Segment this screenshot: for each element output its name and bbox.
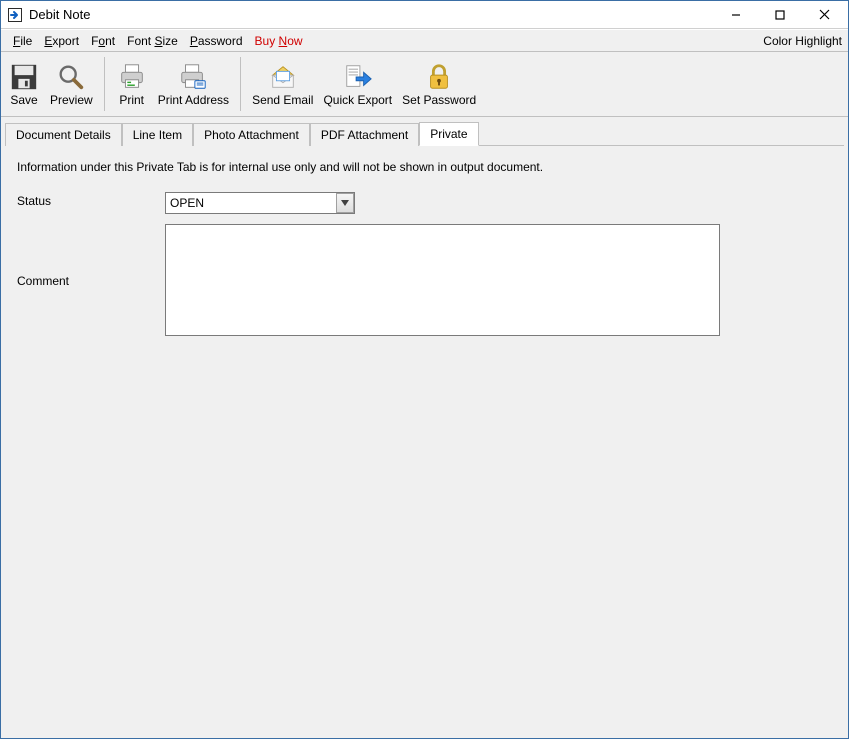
menu-font-size[interactable]: Font Size <box>121 32 184 50</box>
tab-photo-attachment[interactable]: Photo Attachment <box>193 123 310 146</box>
save-button[interactable]: Save <box>3 55 45 113</box>
close-button[interactable] <box>802 3 846 27</box>
lock-icon <box>423 61 455 93</box>
save-label: Save <box>10 93 37 107</box>
menu-password[interactable]: Password <box>184 32 249 50</box>
send-email-label: Send Email <box>252 93 313 107</box>
print-address-button[interactable]: Print Address <box>153 55 234 113</box>
tab-pdf-attachment[interactable]: PDF Attachment <box>310 123 419 146</box>
set-password-button[interactable]: Set Password <box>397 55 481 113</box>
quick-export-button[interactable]: Quick Export <box>318 55 397 113</box>
app-window: Debit Note File Export Font Font Size Pa… <box>0 0 849 739</box>
window-title: Debit Note <box>29 7 90 22</box>
print-button[interactable]: Print <box>111 55 153 113</box>
floppy-icon <box>8 61 40 93</box>
magnifier-icon <box>55 61 87 93</box>
menu-file[interactable]: File <box>7 32 38 50</box>
export-arrow-icon <box>342 61 374 93</box>
tab-line-item[interactable]: Line Item <box>122 123 193 146</box>
menu-buy-now[interactable]: Buy Now <box>249 32 309 50</box>
quick-export-label: Quick Export <box>323 93 392 107</box>
print-label: Print <box>119 93 144 107</box>
toolbar-separator <box>240 57 241 111</box>
status-value[interactable] <box>165 192 355 214</box>
toolbar-separator <box>104 57 105 111</box>
title-bar: Debit Note <box>1 1 848 29</box>
status-select[interactable] <box>165 192 355 214</box>
minimize-button[interactable] <box>714 3 758 27</box>
tab-strip: Document Details Line Item Photo Attachm… <box>5 121 844 146</box>
tab-content-private: Information under this Private Tab is fo… <box>5 146 844 738</box>
tab-document-details[interactable]: Document Details <box>5 123 122 146</box>
send-email-button[interactable]: Send Email <box>247 55 318 113</box>
menu-font[interactable]: Font <box>85 32 121 50</box>
tab-area: Document Details Line Item Photo Attachm… <box>5 121 844 738</box>
toolbar: Save Preview Print <box>1 51 848 117</box>
arrow-doc-icon <box>7 7 23 23</box>
comment-label: Comment <box>17 272 165 288</box>
printer-icon <box>116 61 148 93</box>
menu-export[interactable]: Export <box>38 32 85 50</box>
menu-color-highlight[interactable]: Color Highlight <box>763 32 842 50</box>
envelope-icon <box>267 61 299 93</box>
preview-label: Preview <box>50 93 93 107</box>
status-label: Status <box>17 192 165 208</box>
print-address-label: Print Address <box>158 93 229 107</box>
private-info-text: Information under this Private Tab is fo… <box>17 160 832 174</box>
set-password-label: Set Password <box>402 93 476 107</box>
menu-bar: File Export Font Font Size Password Buy … <box>1 29 848 51</box>
comment-input[interactable] <box>165 224 720 336</box>
maximize-button[interactable] <box>758 3 802 27</box>
printer-address-icon <box>177 61 209 93</box>
preview-button[interactable]: Preview <box>45 55 98 113</box>
tab-private[interactable]: Private <box>419 122 478 146</box>
